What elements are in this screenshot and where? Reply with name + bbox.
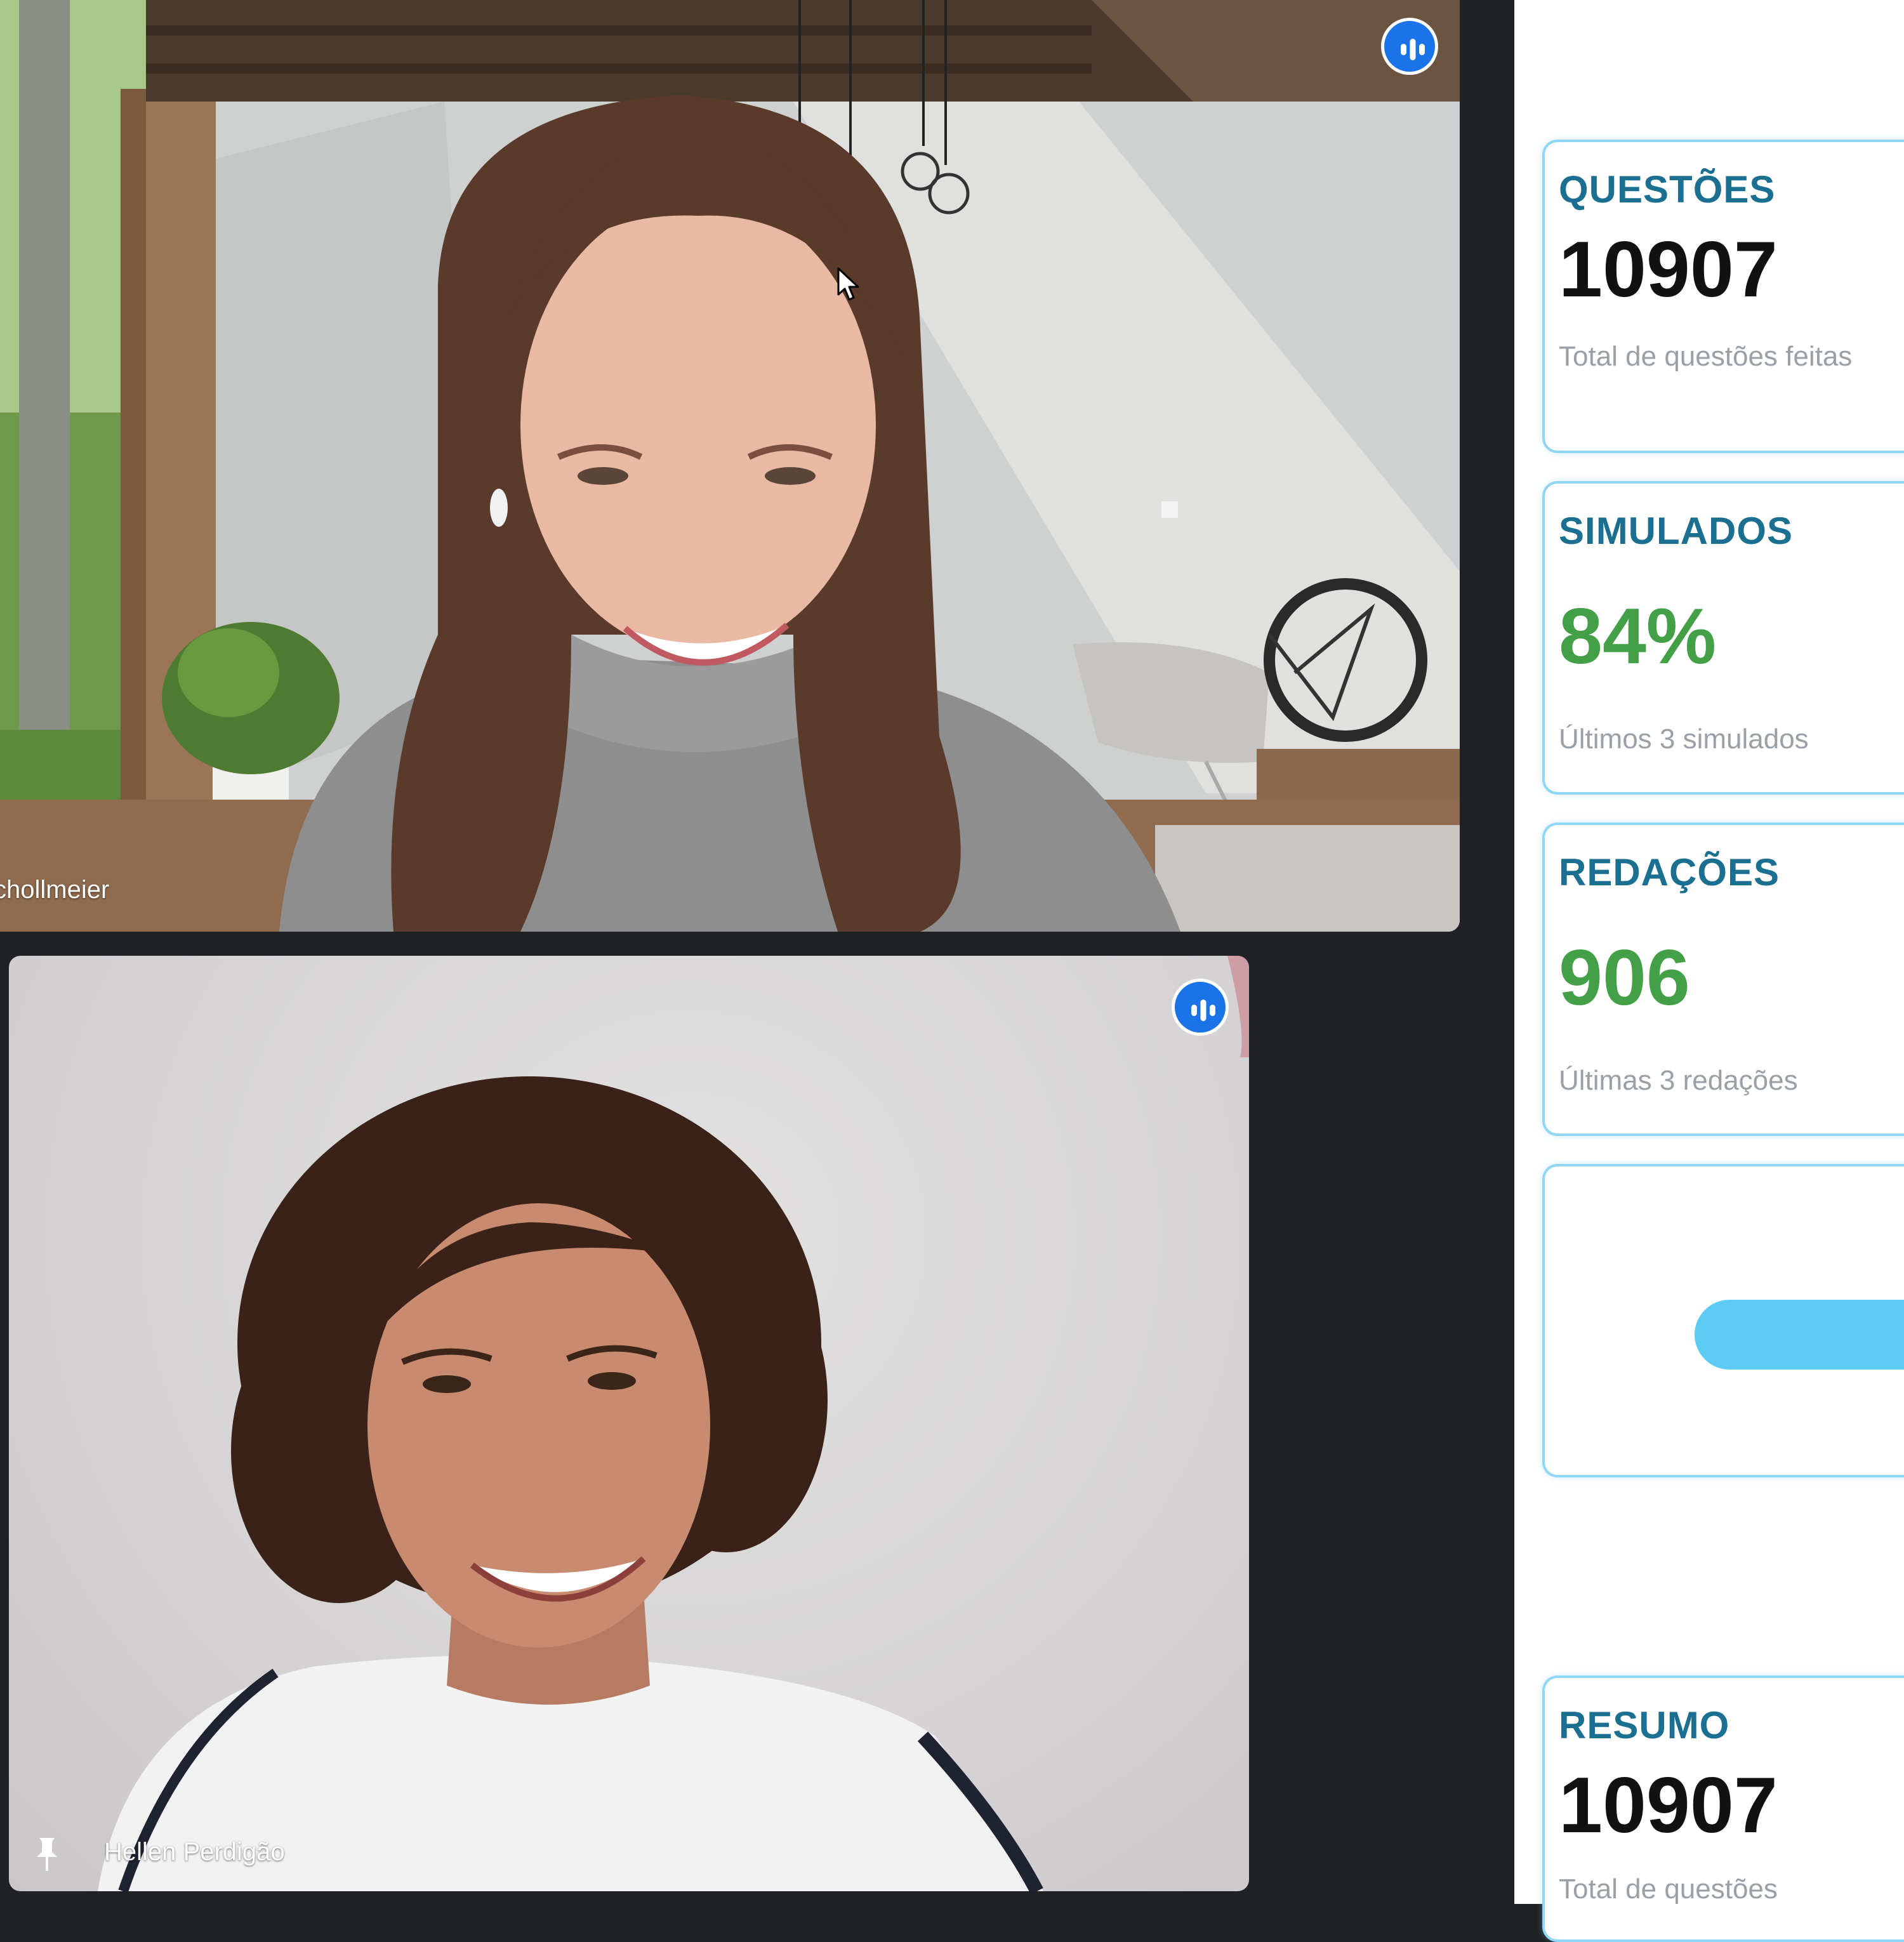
card-title: RESUMO [1559,1704,1730,1747]
stat-card-questoes: QUESTÕES 10907 Total de questões feitas [1542,140,1904,453]
mouse-cursor-icon [837,267,859,301]
video-feed-person [98,956,1249,1891]
card-subtitle: Últimos 3 simulados [1559,723,1809,755]
action-button[interactable] [1695,1300,1904,1370]
dashboard-panel: QUESTÕES 10907 Total de questões feitas … [1514,0,1904,1942]
card-title: REDAÇÕES [1559,851,1780,894]
stat-card-simulados: SIMULADOS 84% Últimos 3 simulados [1542,481,1904,795]
video-feed-room-background [0,0,1460,932]
participant-name: Hellen Perdigão [104,1838,285,1866]
stat-card-resumo: RESUMO 10907 Total de questões [1542,1675,1904,1942]
card-value: 84% [1559,593,1717,680]
participant-name: chollmeier [0,876,110,904]
pin-icon[interactable] [34,1835,60,1873]
card-value: 906 [1559,934,1690,1022]
speaking-indicator-icon [1172,979,1229,1036]
card-subtitle: Últimas 3 redações [1559,1065,1798,1096]
video-tile-top[interactable]: chollmeier [0,0,1460,932]
action-card [1542,1164,1904,1477]
card-subtitle: Total de questões [1559,1873,1778,1905]
card-value: 10907 [1559,226,1778,314]
speaking-indicator-icon [1381,18,1438,75]
card-value: 10907 [1559,1762,1778,1849]
card-title: SIMULADOS [1559,510,1793,552]
card-subtitle: Total de questões feitas [1559,341,1853,372]
card-title: QUESTÕES [1559,168,1776,211]
stat-card-redacoes: REDAÇÕES 906 Últimas 3 redações [1542,822,1904,1136]
video-tile-bottom[interactable]: Hellen Perdigão [9,956,1249,1891]
